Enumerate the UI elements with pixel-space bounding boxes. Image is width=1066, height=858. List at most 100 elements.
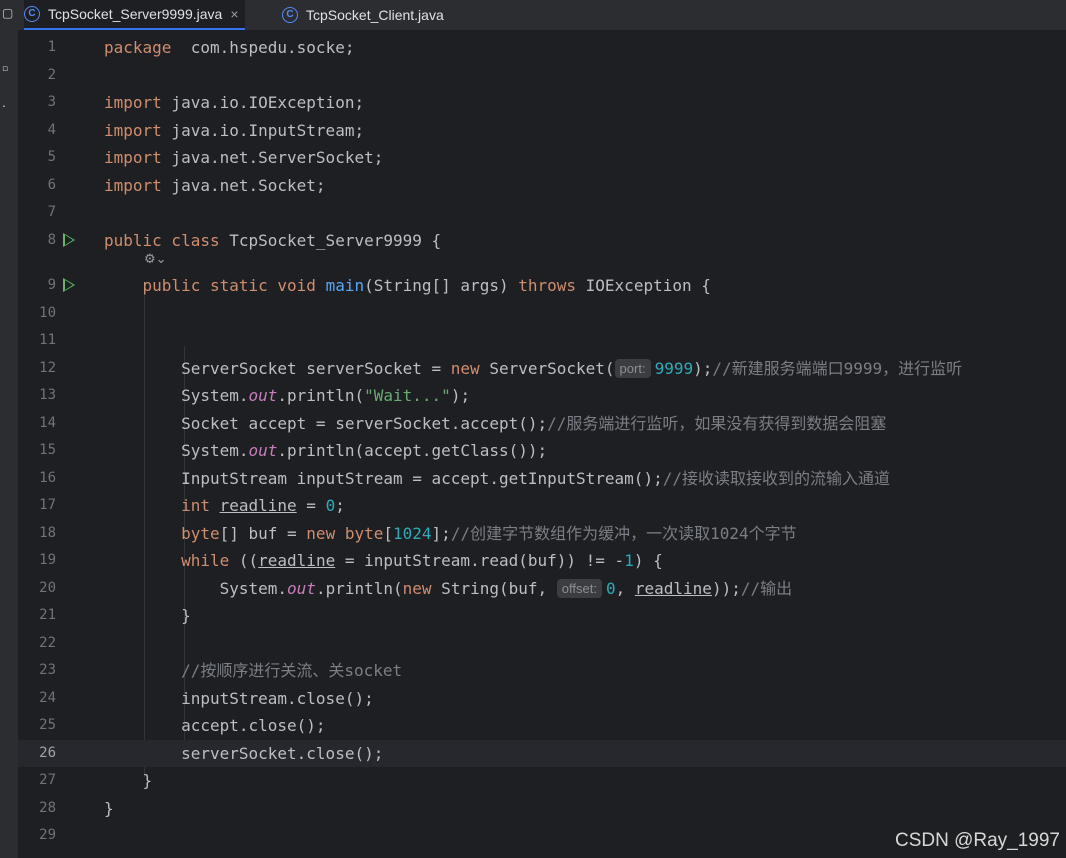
project-panel-icon[interactable]: ▢ bbox=[2, 6, 13, 20]
code-token: System. bbox=[104, 386, 249, 405]
line-number: 19 bbox=[39, 552, 56, 568]
code-token: int bbox=[181, 496, 210, 515]
code-token: java.net.Socket; bbox=[161, 175, 326, 195]
code-token: = inputStream.read(buf)) != - bbox=[335, 551, 625, 570]
code-token: import bbox=[104, 120, 162, 140]
parameter-hint: port: bbox=[614, 358, 651, 378]
code-token: readline bbox=[258, 551, 336, 570]
line-number: 12 bbox=[39, 359, 56, 376]
code-token: import bbox=[104, 93, 162, 112]
code-line-25[interactable]: 25 accept.close(); bbox=[18, 712, 1066, 740]
line-number: 6 bbox=[47, 176, 56, 193]
code-line-10[interactable]: 10 bbox=[18, 300, 1066, 328]
code-token: readline bbox=[219, 496, 297, 515]
code-line-21[interactable]: 21 } bbox=[18, 602, 1066, 630]
code-line-9[interactable]: 9 public static void main(String[] args)… bbox=[18, 272, 1066, 300]
code-token: //接收读取接收到的流输入通道 bbox=[662, 468, 890, 488]
line-number: 16 bbox=[39, 469, 56, 486]
code-text: System.out.println(new String(buf, offse… bbox=[104, 575, 792, 602]
tab-client[interactable]: C TcpSocket_Client.java bbox=[282, 0, 444, 30]
code-token: out bbox=[248, 386, 278, 405]
code-text: inputStream.close(); bbox=[104, 685, 374, 712]
code-line-24[interactable]: 24 inputStream.close(); bbox=[18, 685, 1066, 713]
ai-assist-icon[interactable]: ⚙⌄ bbox=[144, 252, 167, 267]
code-token: new bbox=[402, 578, 432, 598]
code-text: System.out.println(accept.getClass()); bbox=[104, 437, 547, 464]
code-editor[interactable]: ⚙⌄ 1 package com.hspedu.socke; 2 3 import ja… bbox=[18, 31, 1066, 858]
code-token: .println( bbox=[315, 578, 403, 598]
code-line-22[interactable]: 22 bbox=[18, 630, 1066, 658]
run-icon[interactable] bbox=[63, 232, 75, 247]
code-token: out bbox=[287, 578, 316, 598]
code-line-19[interactable]: 19 while ((readline = inputStream.read(b… bbox=[18, 547, 1066, 575]
code-line-4[interactable]: 4 import java.io.InputStream; bbox=[18, 117, 1066, 145]
code-line-23[interactable]: 23 //按顺序进行关流、关socket bbox=[18, 657, 1066, 685]
line-number: 21 bbox=[39, 607, 56, 623]
code-line-18[interactable]: 18 byte[] buf = new byte[1024];//创建字节数组作… bbox=[18, 520, 1066, 548]
code-line-27[interactable]: 27 } bbox=[18, 767, 1066, 795]
line-number: 14 bbox=[39, 414, 56, 431]
line-number: 7 bbox=[47, 204, 56, 220]
run-icon[interactable] bbox=[63, 278, 75, 292]
code-line-28[interactable]: 28} bbox=[18, 795, 1066, 823]
code-token: byte bbox=[344, 523, 384, 543]
code-text: import java.net.ServerSocket; bbox=[104, 144, 383, 171]
line-number: 29 bbox=[39, 827, 56, 843]
code-line-12[interactable]: 12 ServerSocket serverSocket = new Serve… bbox=[18, 355, 1066, 383]
line-number: 24 bbox=[39, 689, 56, 706]
code-line-15[interactable]: 15 System.out.println(accept.getClass())… bbox=[18, 437, 1066, 465]
structure-icon[interactable]: ▫ bbox=[2, 64, 8, 74]
code-line-14[interactable]: 14 Socket accept = serverSocket.accept()… bbox=[18, 410, 1066, 438]
code-line-5[interactable]: 5 import java.net.ServerSocket; bbox=[18, 144, 1066, 172]
code-line-6[interactable]: 6 import java.net.Socket; bbox=[18, 172, 1066, 200]
code-token: accept.close(); bbox=[104, 716, 326, 735]
code-text: //按顺序进行关流、关socket bbox=[104, 657, 402, 684]
code-token: [ bbox=[383, 523, 394, 543]
line-number: 4 bbox=[47, 121, 56, 138]
code-token: main bbox=[325, 276, 365, 295]
code-line-8[interactable]: 8 public class TcpSocket_Server9999 { bbox=[18, 227, 1066, 255]
code-token: , bbox=[615, 578, 635, 598]
code-token: )); bbox=[711, 578, 741, 598]
line-number: 5 bbox=[47, 149, 56, 165]
code-text: System.out.println("Wait..."); bbox=[104, 382, 470, 409]
close-icon[interactable]: × bbox=[230, 6, 238, 22]
code-line-11[interactable]: 11 bbox=[18, 327, 1066, 355]
tab-server[interactable]: C TcpSocket_Server9999.java × bbox=[24, 0, 245, 30]
code-token: InputStream inputStream = accept.getInpu… bbox=[104, 468, 663, 488]
more-icon[interactable]: . bbox=[2, 96, 6, 110]
code-token: ServerSocket( bbox=[479, 358, 615, 378]
code-line-26[interactable]: 26 serverSocket.close(); bbox=[18, 739, 1066, 767]
line-number: 25 bbox=[39, 717, 56, 733]
code-line-2[interactable]: 2 bbox=[18, 62, 1066, 90]
code-token: new bbox=[306, 523, 336, 543]
code-token: "Wait..." bbox=[364, 386, 451, 405]
line-number: 3 bbox=[47, 94, 56, 110]
code-token: //输出 bbox=[740, 578, 793, 598]
code-token: readline bbox=[634, 578, 712, 598]
line-number: 22 bbox=[39, 634, 56, 651]
code-line-17[interactable]: 17 int readline = 0; bbox=[18, 492, 1066, 520]
code-line-20[interactable]: 20 System.out.println(new String(buf, of… bbox=[18, 575, 1066, 603]
code-line-16[interactable]: 16 InputStream inputStream = accept.getI… bbox=[18, 465, 1066, 493]
code-line-1[interactable]: 1 package com.hspedu.socke; bbox=[18, 34, 1066, 62]
code-line-13[interactable]: 13 System.out.println("Wait..."); bbox=[18, 382, 1066, 410]
code-token: public static void bbox=[142, 276, 316, 295]
code-token: //新建服务端端口9999，进行监听 bbox=[712, 358, 963, 378]
code-token: ); bbox=[450, 386, 471, 405]
code-text: import java.net.Socket; bbox=[104, 172, 326, 199]
line-number: 1 bbox=[47, 39, 56, 55]
code-text: int readline = 0; bbox=[104, 492, 345, 519]
code-line-3[interactable]: 3 import java.io.IOException; bbox=[18, 89, 1066, 117]
code-token: } bbox=[104, 606, 191, 625]
code-token: (( bbox=[229, 551, 259, 570]
code-token: new bbox=[450, 358, 480, 378]
code-line-7[interactable]: 7 bbox=[18, 199, 1066, 227]
code-token: String(buf, bbox=[431, 578, 557, 598]
code-text: ServerSocket serverSocket = new ServerSo… bbox=[104, 355, 962, 382]
